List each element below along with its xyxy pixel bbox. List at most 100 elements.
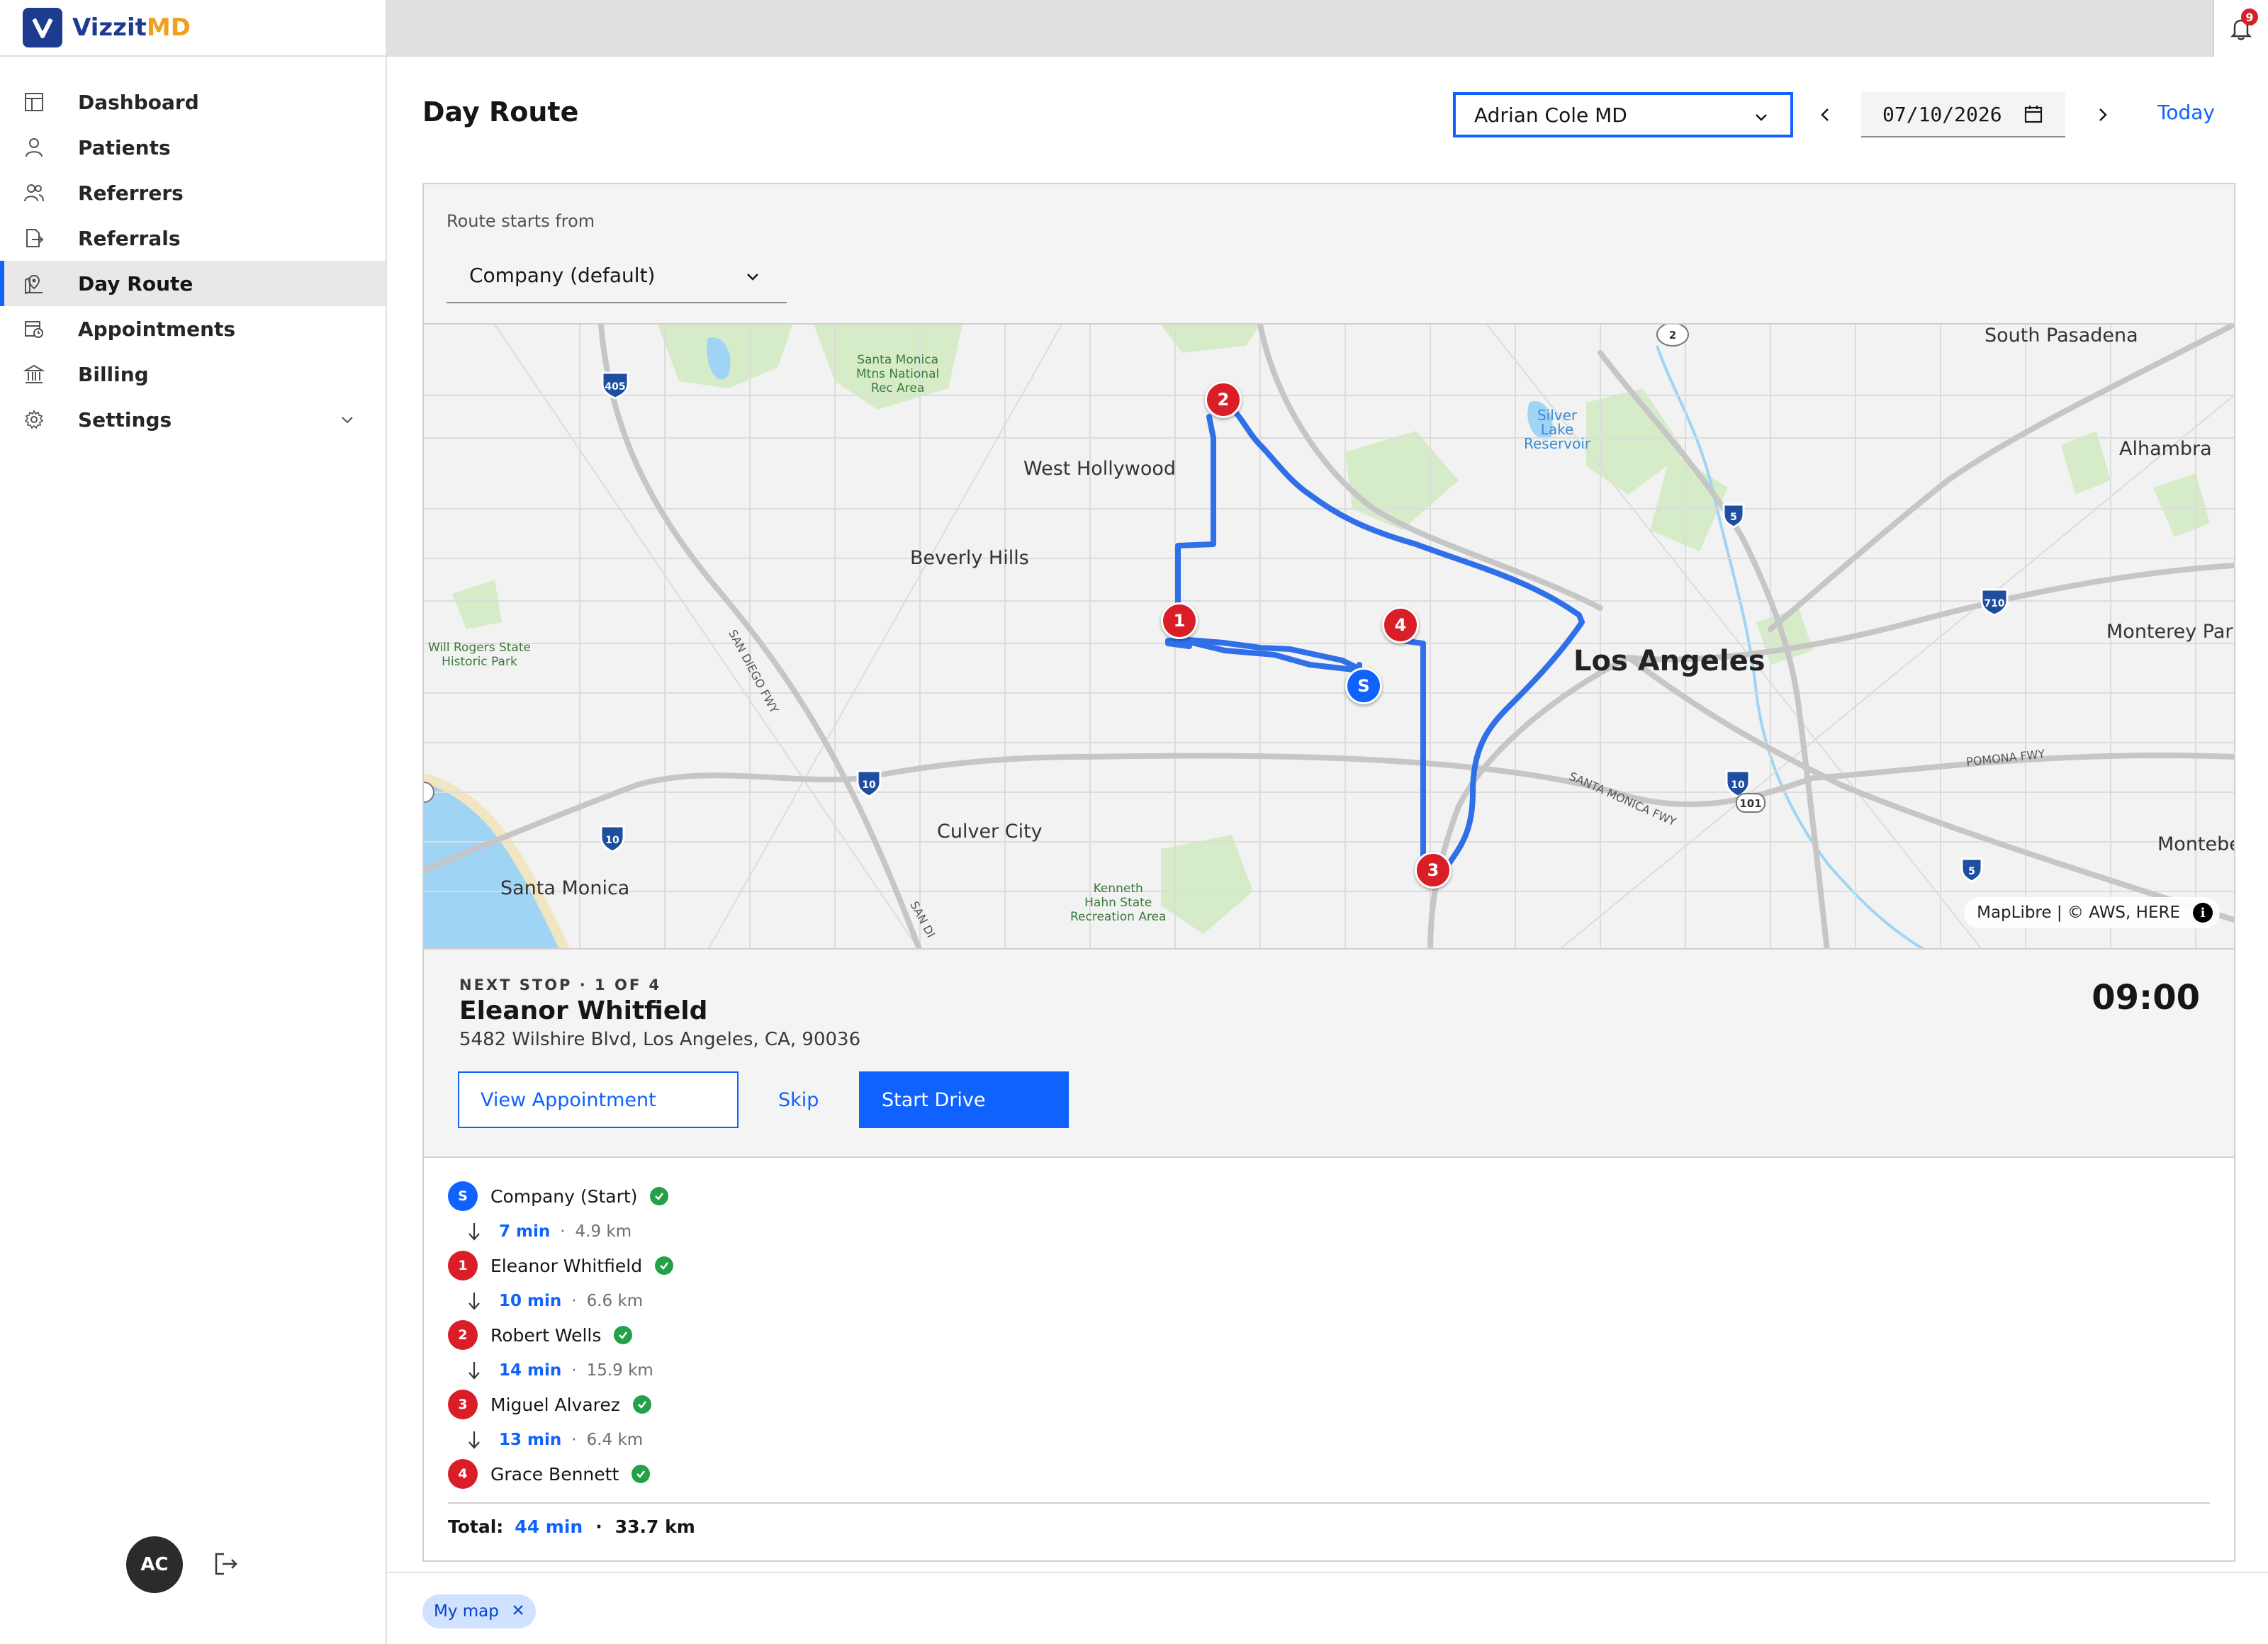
avatar[interactable]: AC bbox=[126, 1536, 183, 1593]
info-icon[interactable]: i bbox=[2193, 903, 2213, 923]
map-pin-start[interactable]: S bbox=[1345, 668, 1382, 704]
doctor-select[interactable]: Adrian Cole MD bbox=[1453, 92, 1793, 137]
gear-icon bbox=[23, 408, 45, 431]
next-stop-address: 5482 Wilshire Blvd, Los Angeles, CA, 900… bbox=[459, 1029, 861, 1050]
leg-row: 14 min · 15.9 km bbox=[464, 1356, 653, 1385]
separator-dot: · bbox=[571, 1361, 577, 1380]
sidebar-item-label: Patients bbox=[78, 135, 171, 159]
svg-text:5: 5 bbox=[1968, 866, 1975, 877]
stop-name: Eleanor Whitfield bbox=[490, 1255, 643, 1276]
skip-button[interactable]: Skip bbox=[764, 1071, 833, 1128]
brand-logo[interactable]: VizzitMD bbox=[0, 0, 386, 57]
attribution-text: MapLibre | © AWS, HERE bbox=[1977, 903, 2180, 922]
svg-text:10: 10 bbox=[862, 779, 876, 791]
map-label-culver-city: Culver City bbox=[937, 821, 1043, 843]
sidebar-item-patients[interactable]: Patients bbox=[0, 125, 386, 170]
route-map[interactable]: 405 10 10 10 5 5 710 101 2 South Pasaden… bbox=[424, 323, 2234, 950]
stop-badge: 3 bbox=[448, 1390, 478, 1419]
map-label-west-hollywood: West Hollywood bbox=[1023, 458, 1177, 480]
sidebar-item-day-route[interactable]: Day Route bbox=[0, 261, 386, 306]
route-panel: Route starts from Company (default) 405 … bbox=[422, 183, 2235, 1562]
map-pin-stop-1[interactable]: 1 bbox=[1161, 602, 1198, 639]
next-day-button[interactable] bbox=[2089, 102, 2115, 130]
list-item[interactable]: 3 Miguel Alvarez bbox=[448, 1387, 651, 1421]
route-start-select[interactable]: Company (default) bbox=[447, 248, 787, 303]
leg-duration: 10 min bbox=[499, 1292, 562, 1310]
sidebar: VizzitMD Dashboard Patients Referrers Re… bbox=[0, 0, 387, 1644]
bottom-bar: My map bbox=[387, 1572, 2268, 1644]
close-icon[interactable] bbox=[512, 1602, 524, 1621]
sidebar-item-referrers[interactable]: Referrers bbox=[0, 170, 386, 215]
check-circle-icon bbox=[632, 1395, 651, 1414]
dashboard-icon bbox=[23, 91, 45, 113]
chevron-left-icon bbox=[1821, 108, 1829, 121]
sidebar-item-billing[interactable]: Billing bbox=[0, 351, 386, 397]
stop-badge: 2 bbox=[448, 1320, 478, 1350]
check-circle-icon bbox=[650, 1187, 669, 1205]
date-picker-input[interactable]: 07/10/2026 bbox=[1861, 92, 2065, 137]
sidebar-item-referrals[interactable]: Referrals bbox=[0, 215, 386, 261]
list-item[interactable]: S Company (Start) bbox=[448, 1179, 669, 1213]
leg-row: 10 min · 6.6 km bbox=[464, 1287, 643, 1315]
sidebar-item-settings[interactable]: Settings bbox=[0, 397, 386, 442]
sidebar-item-label: Day Route bbox=[78, 271, 193, 295]
svg-text:10: 10 bbox=[1731, 779, 1745, 791]
bank-icon bbox=[23, 363, 45, 385]
previous-day-button[interactable] bbox=[1813, 102, 1838, 130]
map-label-montebello: Montebe bbox=[2157, 833, 2234, 855]
brand-name: VizzitMD bbox=[72, 13, 191, 42]
stop-name: Company (Start) bbox=[490, 1186, 638, 1207]
notification-bell-button[interactable]: 9 bbox=[2213, 0, 2268, 57]
map-label-alhambra: Alhambra bbox=[2119, 438, 2212, 460]
stop-name: Robert Wells bbox=[490, 1324, 602, 1346]
route-total: Total: 44 min · 33.7 km bbox=[448, 1516, 695, 1537]
chevron-down-icon[interactable] bbox=[337, 410, 357, 434]
chevron-right-icon bbox=[2099, 108, 2107, 121]
leg-row: 13 min · 6.4 km bbox=[464, 1426, 643, 1454]
leg-distance: 6.6 km bbox=[586, 1292, 644, 1310]
view-appointment-button[interactable]: View Appointment bbox=[458, 1071, 739, 1128]
calendar-clock-icon bbox=[23, 317, 45, 340]
map-label-south-pasadena: South Pasadena bbox=[1984, 325, 2138, 347]
leg-duration: 14 min bbox=[499, 1361, 562, 1380]
shield-2: 2 bbox=[1656, 325, 1689, 347]
logo-v-icon bbox=[23, 8, 62, 47]
my-map-chip[interactable]: My map bbox=[422, 1594, 536, 1628]
map-label-will-rogers: Will Rogers State Historic Park bbox=[428, 641, 531, 669]
logout-icon[interactable] bbox=[213, 1550, 240, 1580]
sidebar-item-appointments[interactable]: Appointments bbox=[0, 306, 386, 351]
today-link[interactable]: Today bbox=[2157, 101, 2215, 124]
next-stop-kicker: NEXT STOP · 1 OF 4 bbox=[459, 976, 662, 993]
stop-badge: S bbox=[448, 1181, 478, 1211]
chevron-down-icon bbox=[1751, 106, 1772, 133]
leg-distance: 4.9 km bbox=[575, 1222, 632, 1241]
shield-101: 101 bbox=[1736, 793, 1765, 813]
map-label-beverly-hills: Beverly Hills bbox=[910, 547, 1029, 569]
sidebar-item-dashboard[interactable]: Dashboard bbox=[0, 79, 386, 125]
stop-badge: 1 bbox=[448, 1251, 478, 1280]
route-start-value: Company (default) bbox=[469, 263, 656, 287]
separator-dot: · bbox=[560, 1222, 566, 1241]
separator-dot: · bbox=[571, 1292, 577, 1310]
map-pin-stop-4[interactable]: 4 bbox=[1382, 607, 1419, 643]
map-label-kenneth-hahn: Kenneth Hahn State Recreation Area bbox=[1070, 882, 1167, 924]
map-pin-stop-3[interactable]: 3 bbox=[1415, 852, 1452, 889]
calendar-icon[interactable] bbox=[2023, 103, 2044, 130]
map-attribution: MapLibre | © AWS, HERE i bbox=[1964, 897, 2220, 928]
leg-row: 7 min · 4.9 km bbox=[464, 1217, 631, 1246]
separator-dot: · bbox=[571, 1431, 577, 1449]
leg-distance: 15.9 km bbox=[586, 1361, 653, 1380]
start-drive-button[interactable]: Start Drive bbox=[859, 1071, 1069, 1128]
map-label-santa-monica-mtns: Santa Monica Mtns National Rec Area bbox=[856, 353, 940, 395]
arrow-down-icon bbox=[464, 1222, 485, 1242]
list-item[interactable]: 1 Eleanor Whitfield bbox=[448, 1249, 674, 1283]
check-circle-icon bbox=[655, 1256, 674, 1275]
sidebar-item-label: Referrals bbox=[78, 226, 181, 250]
arrow-down-icon bbox=[464, 1361, 485, 1380]
list-item[interactable]: 4 Grace Bennett bbox=[448, 1457, 651, 1491]
total-label: Total: bbox=[448, 1516, 504, 1537]
check-circle-icon bbox=[614, 1326, 633, 1344]
chip-label: My map bbox=[434, 1602, 499, 1621]
map-pin-stop-2[interactable]: 2 bbox=[1205, 381, 1242, 418]
list-item[interactable]: 2 Robert Wells bbox=[448, 1318, 633, 1352]
